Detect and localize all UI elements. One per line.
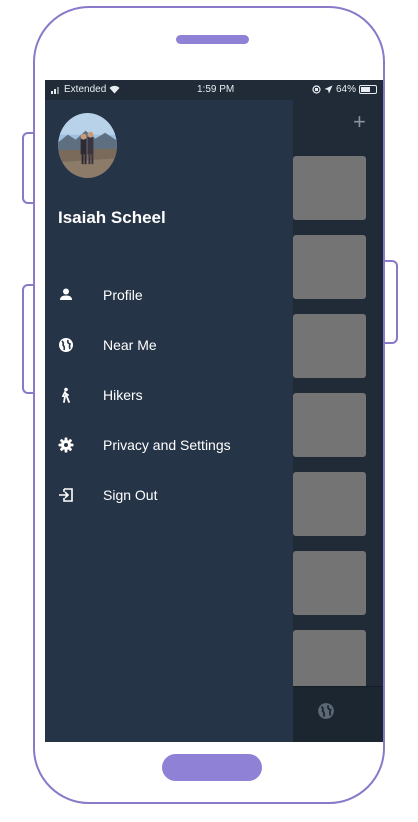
battery-icon: [359, 85, 377, 94]
carrier-name: Extended: [64, 84, 107, 95]
phone-speaker: [176, 35, 249, 44]
list-card[interactable]: [293, 393, 366, 457]
status-left: Extended: [51, 84, 120, 95]
status-time: 1:59 PM: [197, 84, 235, 95]
menu-item-label: Near Me: [103, 337, 157, 353]
user-name: Isaiah Scheel: [58, 208, 166, 227]
menu-item-privacy-settings[interactable]: Privacy and Settings: [45, 425, 293, 465]
globe-icon[interactable]: [317, 702, 335, 720]
menu-item-near-me[interactable]: Near Me: [45, 325, 293, 365]
sign-out-icon: [59, 488, 73, 502]
person-icon: [60, 288, 72, 300]
power-button: [384, 260, 398, 344]
list-card[interactable]: [293, 630, 366, 694]
list-card[interactable]: [293, 235, 366, 299]
tab-bar: [293, 686, 383, 742]
list-card[interactable]: [293, 472, 366, 536]
wifi-icon: [109, 85, 120, 94]
walking-icon: [61, 387, 70, 403]
avatar[interactable]: [58, 113, 117, 178]
location-icon: [324, 85, 333, 94]
battery-percent: 64%: [335, 84, 356, 95]
menu-item-label: Privacy and Settings: [103, 437, 231, 453]
globe-icon: [59, 338, 73, 352]
navigation-drawer: Isaiah Scheel Profile Near Me Hikers Pri…: [45, 100, 293, 742]
menu-item-hikers[interactable]: Hikers: [45, 375, 293, 415]
menu-item-label: Profile: [103, 287, 143, 303]
add-button[interactable]: +: [353, 111, 366, 133]
orientation-lock-icon: [312, 85, 321, 94]
menu-item-sign-out[interactable]: Sign Out: [45, 475, 293, 515]
menu-item-label: Hikers: [103, 387, 143, 403]
gear-icon: [58, 437, 74, 453]
list-card[interactable]: [293, 314, 366, 378]
list-card[interactable]: [293, 551, 366, 615]
status-bar: Extended 1:59 PM 64%: [45, 80, 383, 100]
menu-item-profile[interactable]: Profile: [45, 275, 293, 315]
home-button[interactable]: [162, 754, 262, 781]
app-screen: Extended 1:59 PM 64% + Isaiah Scheel Pro…: [45, 80, 383, 742]
signal-icon: [51, 86, 61, 94]
status-right: 64%: [312, 84, 377, 95]
list-card[interactable]: [293, 156, 366, 220]
menu-item-label: Sign Out: [103, 487, 158, 503]
